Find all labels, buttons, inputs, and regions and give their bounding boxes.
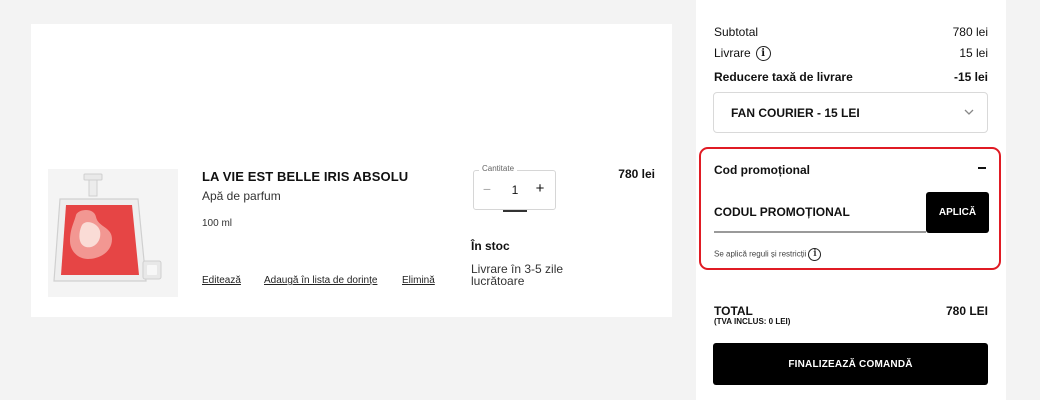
checkout-button[interactable]: FINALIZEAZĂ COMANDĂ: [713, 343, 988, 385]
product-name[interactable]: LA VIE EST BELLE IRIS ABSOLU: [202, 169, 408, 184]
total-label: TOTAL: [714, 304, 753, 318]
shipping-method-select[interactable]: FAN COURIER - 15 LEI: [713, 92, 988, 133]
chevron-down-icon: [964, 109, 974, 115]
discount-label: Reducere taxă de livrare: [714, 70, 853, 84]
subtotal-label: Subtotal: [714, 25, 759, 39]
remove-link[interactable]: Elimină: [402, 275, 435, 286]
vat-included-note: (TVA INCLUS: 0 LEI): [714, 317, 791, 326]
quantity-underline: [503, 210, 527, 212]
edit-link[interactable]: Editează: [202, 275, 241, 286]
promo-code-title[interactable]: Cod promoțional: [714, 163, 810, 177]
order-summary-panel: Subtotal 780 lei Livrare i 15 lei Reducer…: [696, 0, 1006, 400]
quantity-value[interactable]: 1: [508, 183, 522, 197]
info-icon[interactable]: i: [755, 46, 771, 62]
total-value: 780 LEI: [945, 304, 988, 318]
cart-item-card: LA VIE EST BELLE IRIS ABSOLU Apă de parf…: [31, 24, 672, 317]
apply-promo-button[interactable]: APLICĂ: [926, 192, 989, 233]
delivery-label-group: Livrare i: [714, 46, 771, 62]
discount-value: -15 lei: [953, 70, 988, 84]
delivery-label: Livrare: [714, 46, 751, 60]
delivery-value: 15 lei: [959, 46, 988, 60]
info-icon[interactable]: i: [808, 248, 822, 261]
minus-icon[interactable]: [978, 167, 986, 169]
product-image[interactable]: [48, 169, 178, 297]
product-type: Apă de parfum: [202, 189, 281, 203]
add-to-wishlist-link[interactable]: Adaugă în lista de dorințe: [264, 275, 377, 286]
promo-code-section: Cod promoțional APLICĂ Se aplică reguli …: [699, 147, 1001, 270]
subtotal-value: 780 lei: [952, 25, 988, 39]
promo-rules-text: Se aplică reguli și restricții: [714, 249, 807, 259]
stock-status: În stoc: [471, 239, 510, 253]
decrease-quantity-button[interactable]: −: [480, 181, 494, 197]
delivery-estimate: Livrare în 3-5 zile lucrătoare: [471, 262, 564, 288]
quantity-label: Cantitate: [479, 164, 518, 173]
shipping-method-value: FAN COURIER - 15 LEI: [731, 106, 860, 120]
item-price: 780 lei: [618, 167, 655, 181]
promo-code-input[interactable]: [714, 192, 926, 233]
increase-quantity-button[interactable]: +: [532, 180, 548, 197]
quantity-stepper: Cantitate − 1 +: [473, 164, 556, 212]
product-size: 100 ml: [202, 218, 233, 229]
promo-rules-note: Se aplică reguli și restricții i: [714, 248, 822, 261]
